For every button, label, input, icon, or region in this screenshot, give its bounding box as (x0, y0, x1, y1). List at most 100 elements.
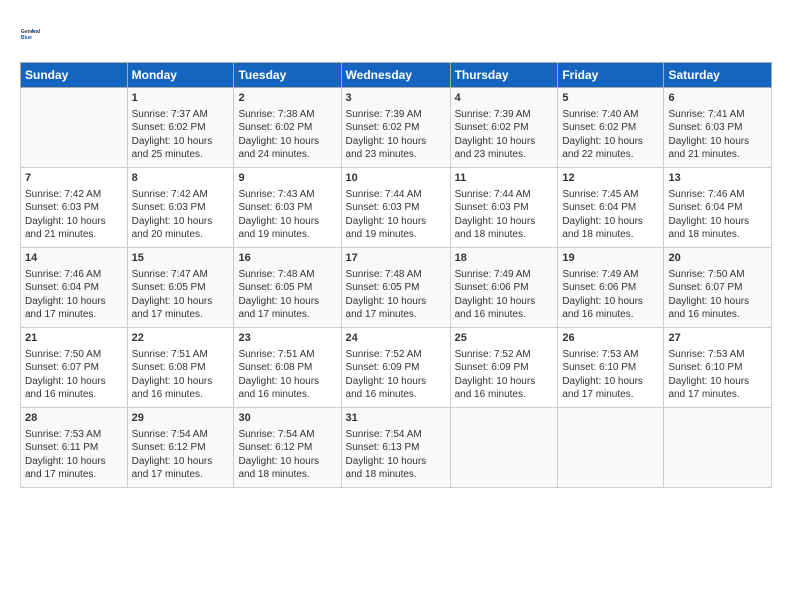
day-info: Sunset: 6:06 PM (562, 281, 659, 295)
calendar-cell: 27Sunrise: 7:53 AMSunset: 6:10 PMDayligh… (664, 328, 772, 408)
calendar-cell: 21Sunrise: 7:50 AMSunset: 6:07 PMDayligh… (21, 328, 128, 408)
day-info: Sunset: 6:02 PM (238, 121, 336, 135)
day-info: Sunrise: 7:43 AM (238, 188, 336, 202)
day-info: Sunrise: 7:39 AM (455, 108, 554, 122)
calendar-cell: 31Sunrise: 7:54 AMSunset: 6:13 PMDayligh… (341, 408, 450, 488)
day-number: 14 (25, 251, 123, 266)
svg-text:Blue: Blue (21, 35, 32, 41)
day-info: and 25 minutes. (132, 148, 230, 162)
calendar-cell: 1Sunrise: 7:37 AMSunset: 6:02 PMDaylight… (127, 88, 234, 168)
day-number: 10 (346, 171, 446, 186)
day-number: 31 (346, 411, 446, 426)
calendar-cell: 10 Sunrise: 7:44 AMSunset: 6:03 PMDayligh… (341, 168, 450, 248)
day-info: and 16 minutes. (455, 308, 554, 322)
day-info: and 18 minutes. (238, 468, 336, 482)
day-info: Sunrise: 7:51 AM (132, 348, 230, 362)
day-info: and 17 minutes. (562, 388, 659, 402)
day-info: Daylight: 10 hours (25, 295, 123, 309)
day-number: 30 (238, 411, 336, 426)
day-info: Sunset: 6:09 PM (346, 361, 446, 375)
day-number: 15 (132, 251, 230, 266)
day-info: Sunrise: 7:50 AM (25, 348, 123, 362)
day-info: Sunrise: 7:44 AM (346, 188, 446, 202)
day-info: and 22 minutes. (562, 148, 659, 162)
day-info: Sunset: 6:03 PM (346, 201, 446, 215)
day-info: and 16 minutes. (346, 388, 446, 402)
day-info: and 17 minutes. (238, 308, 336, 322)
day-info: Daylight: 10 hours (346, 295, 446, 309)
day-number: 29 (132, 411, 230, 426)
day-info: Sunset: 6:03 PM (455, 201, 554, 215)
calendar-cell: 9Sunrise: 7:43 AMSunset: 6:03 PMDaylight… (234, 168, 341, 248)
calendar-cell (558, 408, 664, 488)
day-info: Daylight: 10 hours (668, 135, 767, 149)
calendar-cell: 17Sunrise: 7:48 AMSunset: 6:05 PMDayligh… (341, 248, 450, 328)
day-info: Sunrise: 7:42 AM (132, 188, 230, 202)
day-info: Sunset: 6:02 PM (132, 121, 230, 135)
svg-text:General: General (21, 29, 41, 35)
calendar-cell: 29Sunrise: 7:54 AMSunset: 6:12 PMDayligh… (127, 408, 234, 488)
weekday-header-friday: Friday (558, 63, 664, 88)
day-info: Sunrise: 7:53 AM (668, 348, 767, 362)
day-info: Daylight: 10 hours (562, 135, 659, 149)
day-number: 25 (455, 331, 554, 346)
day-number: 5 (562, 91, 659, 106)
day-number: 21 (25, 331, 123, 346)
day-info: Sunrise: 7:52 AM (455, 348, 554, 362)
day-info: Daylight: 10 hours (238, 295, 336, 309)
day-number: 18 (455, 251, 554, 266)
day-info: Daylight: 10 hours (25, 215, 123, 229)
day-info: and 17 minutes. (132, 468, 230, 482)
day-info: and 18 minutes. (346, 468, 446, 482)
calendar-body: 1Sunrise: 7:37 AMSunset: 6:02 PMDaylight… (21, 88, 772, 488)
day-info: Sunset: 6:03 PM (132, 201, 230, 215)
day-info: Daylight: 10 hours (455, 135, 554, 149)
day-info: Sunset: 6:07 PM (25, 361, 123, 375)
calendar-cell (21, 88, 128, 168)
day-info: Sunset: 6:05 PM (132, 281, 230, 295)
calendar-cell: 2Sunrise: 7:38 AMSunset: 6:02 PMDaylight… (234, 88, 341, 168)
weekday-header-sunday: Sunday (21, 63, 128, 88)
calendar-cell: 13Sunrise: 7:46 AMSunset: 6:04 PMDayligh… (664, 168, 772, 248)
day-info: and 19 minutes. (238, 228, 336, 242)
calendar-cell: 28Sunrise: 7:53 AMSunset: 6:11 PMDayligh… (21, 408, 128, 488)
calendar-cell: 20Sunrise: 7:50 AMSunset: 6:07 PMDayligh… (664, 248, 772, 328)
day-info: and 18 minutes. (668, 228, 767, 242)
day-info: Sunrise: 7:53 AM (25, 428, 123, 442)
day-info: Sunrise: 7:44 AM (455, 188, 554, 202)
day-info: Daylight: 10 hours (238, 135, 336, 149)
day-info: and 17 minutes. (25, 468, 123, 482)
day-number: 6 (668, 91, 767, 106)
day-number: 13 (668, 171, 767, 186)
calendar-week-1: 1Sunrise: 7:37 AMSunset: 6:02 PMDaylight… (21, 88, 772, 168)
day-info: Daylight: 10 hours (455, 375, 554, 389)
day-info: Sunrise: 7:45 AM (562, 188, 659, 202)
day-number: 28 (25, 411, 123, 426)
day-info: Sunrise: 7:48 AM (346, 268, 446, 282)
calendar-cell: 7Sunrise: 7:42 AMSunset: 6:03 PMDaylight… (21, 168, 128, 248)
day-info: Sunrise: 7:37 AM (132, 108, 230, 122)
day-info: Sunset: 6:02 PM (346, 121, 446, 135)
day-info: Daylight: 10 hours (132, 215, 230, 229)
day-number: 16 (238, 251, 336, 266)
day-info: Sunrise: 7:52 AM (346, 348, 446, 362)
calendar-cell: 23Sunrise: 7:51 AMSunset: 6:08 PMDayligh… (234, 328, 341, 408)
calendar-table: SundayMondayTuesdayWednesdayThursdayFrid… (20, 62, 772, 488)
day-info: and 24 minutes. (238, 148, 336, 162)
day-info: and 19 minutes. (346, 228, 446, 242)
day-info: Sunrise: 7:46 AM (25, 268, 123, 282)
day-info: and 23 minutes. (346, 148, 446, 162)
day-info: Sunrise: 7:54 AM (346, 428, 446, 442)
day-info: Sunset: 6:12 PM (238, 441, 336, 455)
day-info: Sunset: 6:13 PM (346, 441, 446, 455)
weekday-header-saturday: Saturday (664, 63, 772, 88)
day-info: and 21 minutes. (668, 148, 767, 162)
day-info: Daylight: 10 hours (346, 215, 446, 229)
calendar-cell: 8Sunrise: 7:42 AMSunset: 6:03 PMDaylight… (127, 168, 234, 248)
calendar-cell: 14Sunrise: 7:46 AMSunset: 6:04 PMDayligh… (21, 248, 128, 328)
calendar-cell: 11Sunrise: 7:44 AMSunset: 6:03 PMDayligh… (450, 168, 558, 248)
day-info: Daylight: 10 hours (346, 135, 446, 149)
day-info: Sunset: 6:05 PM (346, 281, 446, 295)
day-number: 11 (455, 171, 554, 186)
day-number: 1 (132, 91, 230, 106)
